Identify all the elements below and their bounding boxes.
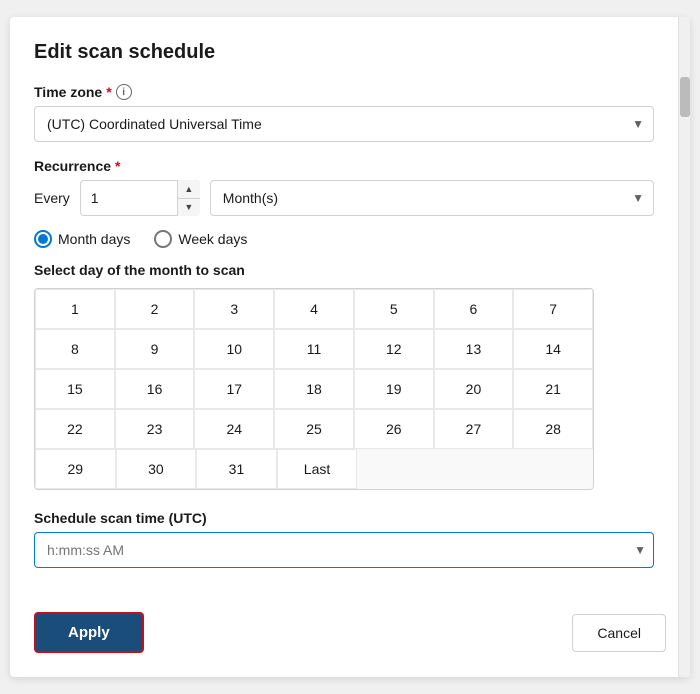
footer: Apply Cancel <box>34 596 666 653</box>
scrollbar[interactable] <box>678 17 690 677</box>
recurrence-label: Recurrence * <box>34 158 654 174</box>
day-cell[interactable]: 18 <box>274 369 354 409</box>
period-select[interactable]: Month(s) Day(s) Week(s) Month(s) Year(s) <box>210 180 654 216</box>
day-cell <box>357 449 436 489</box>
month-days-radio-circle <box>34 230 52 248</box>
day-cell[interactable]: 10 <box>194 329 274 369</box>
recurrence-required: * <box>115 158 120 174</box>
day-cell[interactable]: 22 <box>35 409 115 449</box>
month-days-radio-dot <box>38 234 48 244</box>
week-days-radio-option[interactable]: Week days <box>154 230 247 248</box>
period-select-wrapper: Month(s) Day(s) Week(s) Month(s) Year(s)… <box>210 180 654 216</box>
day-cell[interactable]: 6 <box>434 289 514 329</box>
day-cell[interactable]: 8 <box>35 329 115 369</box>
day-cell[interactable]: 14 <box>513 329 593 369</box>
day-cell[interactable]: 9 <box>115 329 195 369</box>
day-cell[interactable]: 25 <box>274 409 354 449</box>
day-cell[interactable]: 4 <box>274 289 354 329</box>
day-cell[interactable]: 17 <box>194 369 274 409</box>
day-cell[interactable]: 20 <box>434 369 514 409</box>
every-number-wrapper: ▲ ▼ <box>80 180 200 216</box>
recurrence-row: Every ▲ ▼ Month(s) Day(s) Week(s) Month(… <box>34 180 654 216</box>
day-cell[interactable]: 29 <box>35 449 116 489</box>
day-grid-label: Select day of the month to scan <box>34 262 654 278</box>
page-title: Edit scan schedule <box>34 41 654 64</box>
cancel-button[interactable]: Cancel <box>572 614 666 652</box>
day-cell[interactable]: 16 <box>115 369 195 409</box>
day-grid-row: 891011121314 <box>35 329 593 369</box>
timezone-select[interactable]: (UTC) Coordinated Universal Time <box>34 106 654 142</box>
day-cell[interactable]: 24 <box>194 409 274 449</box>
day-grid-row: 15161718192021 <box>35 369 593 409</box>
timezone-select-wrapper: (UTC) Coordinated Universal Time ▼ <box>34 106 654 142</box>
scrollbar-thumb[interactable] <box>680 77 690 117</box>
timezone-required: * <box>106 84 111 100</box>
day-cell[interactable]: 2 <box>115 289 195 329</box>
time-input-wrapper: ▼ <box>34 532 654 568</box>
day-cell[interactable]: 15 <box>35 369 115 409</box>
spin-buttons: ▲ ▼ <box>177 180 200 216</box>
recurrence-type-radio-group: Month days Week days <box>34 230 654 248</box>
schedule-time-label: Schedule scan time (UTC) <box>34 510 654 526</box>
recurrence-section: Recurrence * Every ▲ ▼ Month(s) Day(s) <box>34 158 654 216</box>
apply-button[interactable]: Apply <box>34 612 144 653</box>
week-days-label: Week days <box>178 231 247 247</box>
day-cell[interactable]: 11 <box>274 329 354 369</box>
day-grid-row: 22232425262728 <box>35 409 593 449</box>
time-input[interactable] <box>34 532 654 568</box>
day-cell[interactable]: 12 <box>354 329 434 369</box>
day-grid-row: 1234567 <box>35 289 593 329</box>
day-cell[interactable]: 3 <box>194 289 274 329</box>
day-cell[interactable]: 5 <box>354 289 434 329</box>
month-days-radio-option[interactable]: Month days <box>34 230 130 248</box>
day-grid-row: 293031Last <box>35 449 593 489</box>
month-days-label: Month days <box>58 231 130 247</box>
day-cell[interactable]: 27 <box>434 409 514 449</box>
timezone-info-icon[interactable]: i <box>116 84 132 100</box>
day-cell[interactable]: 31 <box>196 449 277 489</box>
every-label: Every <box>34 190 70 206</box>
schedule-time-section: Schedule scan time (UTC) ▼ <box>34 510 654 568</box>
day-cell[interactable]: 28 <box>513 409 593 449</box>
day-grid: 1234567891011121314151617181920212223242… <box>34 288 594 490</box>
day-cell[interactable]: 26 <box>354 409 434 449</box>
day-cell[interactable]: 30 <box>116 449 197 489</box>
day-cell <box>436 449 515 489</box>
day-cell[interactable]: 21 <box>513 369 593 409</box>
spin-up-button[interactable]: ▲ <box>178 180 200 199</box>
timezone-label: Time zone * i <box>34 84 654 100</box>
spin-down-button[interactable]: ▼ <box>178 199 200 217</box>
day-cell[interactable]: 23 <box>115 409 195 449</box>
day-cell[interactable]: Last <box>277 449 358 489</box>
day-cell <box>514 449 593 489</box>
day-cell[interactable]: 19 <box>354 369 434 409</box>
day-cell[interactable]: 1 <box>35 289 115 329</box>
day-cell[interactable]: 7 <box>513 289 593 329</box>
day-cell[interactable]: 13 <box>434 329 514 369</box>
edit-panel: Edit scan schedule Time zone * i (UTC) C… <box>10 17 690 677</box>
week-days-radio-circle <box>154 230 172 248</box>
